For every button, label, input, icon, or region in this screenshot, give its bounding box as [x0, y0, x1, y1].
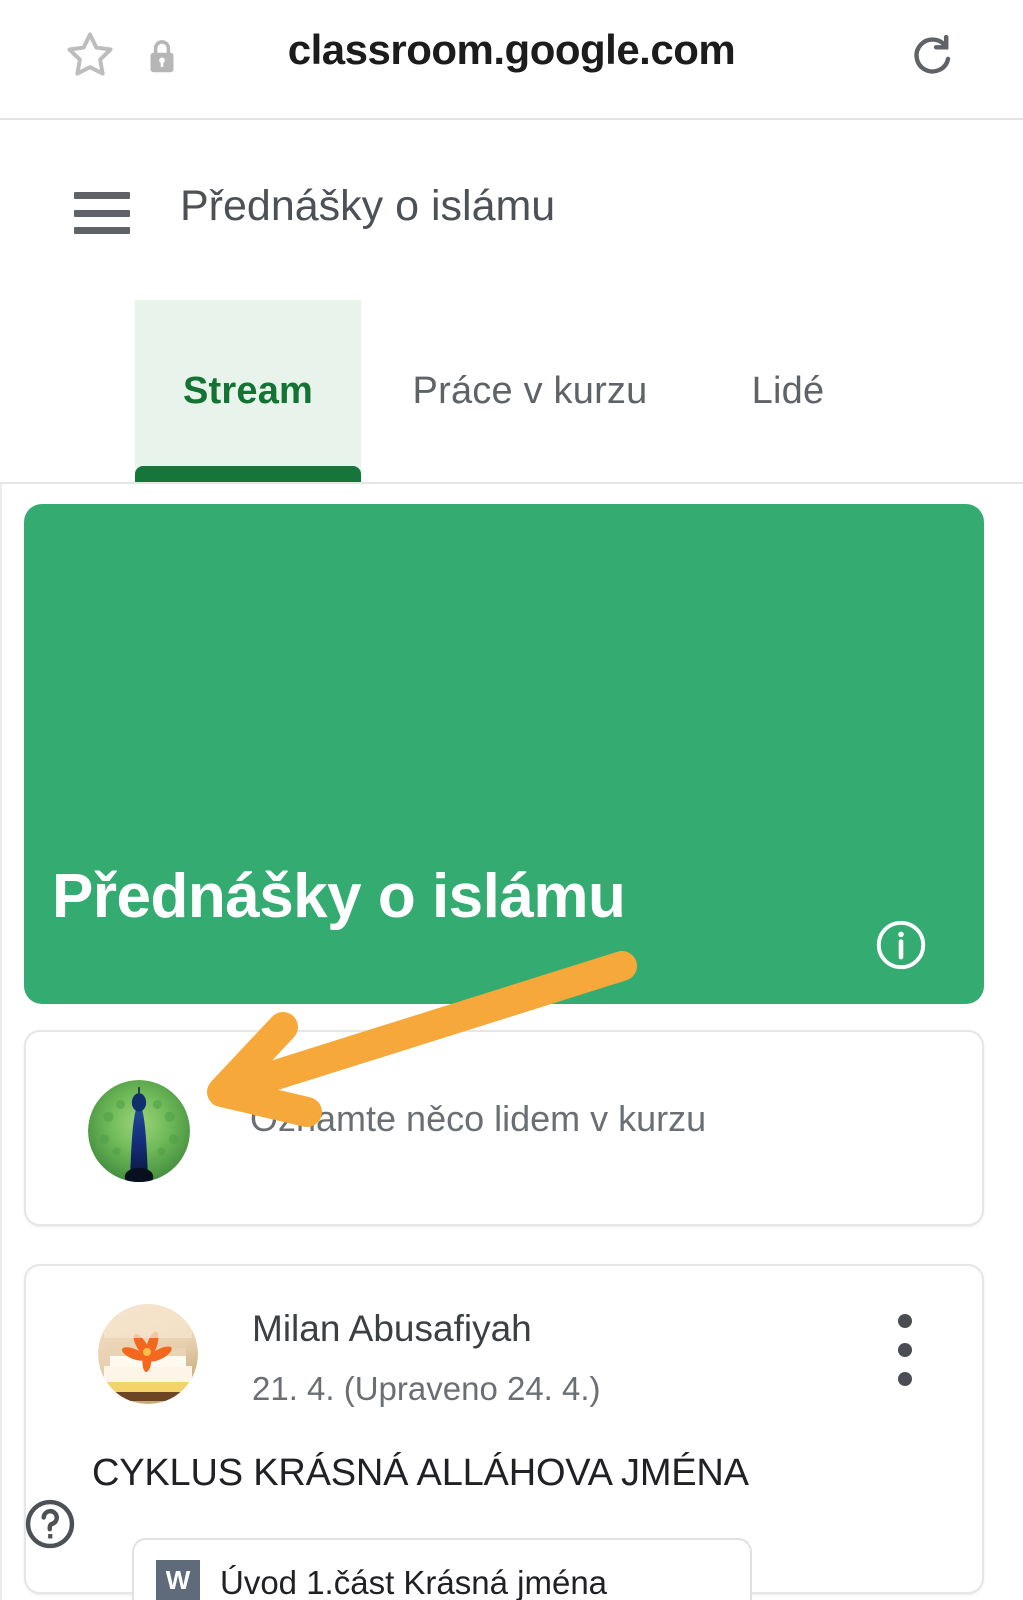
cake-photo-avatar	[98, 1304, 198, 1404]
menu-dot	[898, 1314, 912, 1328]
course-title: Přednášky o islámu	[52, 862, 626, 931]
tab-stream[interactable]: Stream	[135, 300, 361, 482]
course-banner[interactable]: Přednášky o islámu	[24, 504, 984, 1004]
stream-content: Přednášky o islámu Oznamte něco lidem v …	[0, 484, 1023, 1600]
post-author-name: Milan Abusafiyah	[252, 1308, 532, 1349]
post-body-text: CYKLUS KRÁSNÁ ALLÁHOVA JMÉNA	[92, 1452, 749, 1494]
hamburger-line	[74, 192, 130, 199]
help-circle-icon[interactable]	[22, 1496, 78, 1552]
tab-people-label: Lidé	[751, 369, 825, 412]
page-title: Přednášky o islámu	[180, 182, 556, 230]
stream-post-card[interactable]: Milan Abusafiyah 21. 4. (Upraveno 24. 4.…	[24, 1264, 984, 1600]
menu-dot	[898, 1372, 912, 1386]
info-circle-icon[interactable]	[872, 916, 930, 974]
attachment-title: Úvod 1.část Krásná jména	[220, 1564, 608, 1600]
hamburger-menu-icon[interactable]	[74, 192, 130, 234]
reload-icon[interactable]	[907, 26, 965, 84]
tab-bar: Stream Práce v kurzu Lidé	[0, 300, 1023, 484]
tab-classwork-label: Práce v kurzu	[412, 369, 648, 412]
hamburger-line	[74, 209, 130, 217]
tab-people[interactable]: Lidé	[718, 300, 858, 482]
browser-toolbar: classroom.google.com	[0, 0, 1023, 120]
more-vertical-icon[interactable]	[898, 1314, 912, 1386]
post-date: 21. 4. (Upraveno 24. 4.)	[252, 1370, 601, 1407]
post-attachment[interactable]: W Úvod 1.část Krásná jména	[132, 1538, 752, 1600]
announcement-composer-card[interactable]: Oznamte něco lidem v kurzu	[24, 1030, 984, 1226]
tab-stream-label: Stream	[182, 369, 314, 412]
peacock-avatar	[88, 1080, 190, 1182]
page-left-edge	[0, 484, 2, 1600]
url-text[interactable]: classroom.google.com	[0, 26, 1023, 74]
menu-dot	[898, 1343, 912, 1357]
announcement-placeholder[interactable]: Oznamte něco lidem v kurzu	[250, 1098, 706, 1140]
hamburger-line	[74, 227, 130, 234]
word-document-icon: W	[156, 1560, 200, 1600]
tab-active-indicator	[135, 466, 361, 482]
tab-classwork[interactable]: Práce v kurzu	[390, 300, 670, 482]
